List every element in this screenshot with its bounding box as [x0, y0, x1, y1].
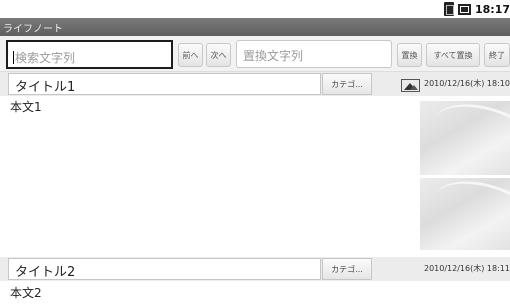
- note-date: 2010/12/16(木) 18:10: [424, 79, 510, 88]
- replace-input[interactable]: 置換文字列: [236, 40, 392, 68]
- battery-icon: [457, 3, 471, 15]
- app-title-bar: ライフノート: [0, 18, 510, 36]
- note-body[interactable]: 本文1: [0, 96, 418, 254]
- text-cursor: [13, 51, 14, 64]
- next-button[interactable]: 次へ: [206, 43, 231, 67]
- replace-button[interactable]: 置換: [397, 43, 422, 67]
- replace-all-button[interactable]: すべて置換: [426, 43, 480, 67]
- note-body[interactable]: 本文2: [0, 282, 510, 306]
- note-header: タイトル1 カテゴ... 2010/12/16(木) 18:10: [0, 72, 510, 96]
- note-header: タイトル2 カテゴ... 2010/12/16(木) 18:11: [0, 257, 510, 281]
- prev-button[interactable]: 前へ: [178, 43, 203, 67]
- app-title: ライフノート: [3, 24, 63, 35]
- sim-card-icon: [443, 2, 454, 16]
- search-replace-toolbar: 検索文字列 前へ 次へ 置換文字列 置換 すべて置換 終了: [0, 36, 510, 72]
- close-button[interactable]: 終了: [484, 43, 510, 67]
- status-icons: 18:17: [443, 1, 510, 17]
- category-button[interactable]: カテゴ...: [322, 73, 372, 95]
- note-date: 2010/12/16(木) 18:11: [424, 264, 510, 273]
- note-title-input[interactable]: タイトル1: [8, 73, 321, 95]
- attached-image-thumbnail[interactable]: [420, 101, 510, 175]
- search-placeholder: 検索文字列: [15, 51, 76, 65]
- attached-image-thumbnail[interactable]: [420, 178, 510, 250]
- image-icon[interactable]: [401, 79, 420, 92]
- clock: 18:17: [474, 2, 510, 16]
- search-input[interactable]: 検索文字列: [6, 40, 173, 69]
- status-bar: 18:17: [0, 0, 510, 18]
- replace-placeholder: 置換文字列: [243, 49, 304, 63]
- category-button[interactable]: カテゴ...: [322, 258, 372, 280]
- note-title-input[interactable]: タイトル2: [8, 258, 321, 280]
